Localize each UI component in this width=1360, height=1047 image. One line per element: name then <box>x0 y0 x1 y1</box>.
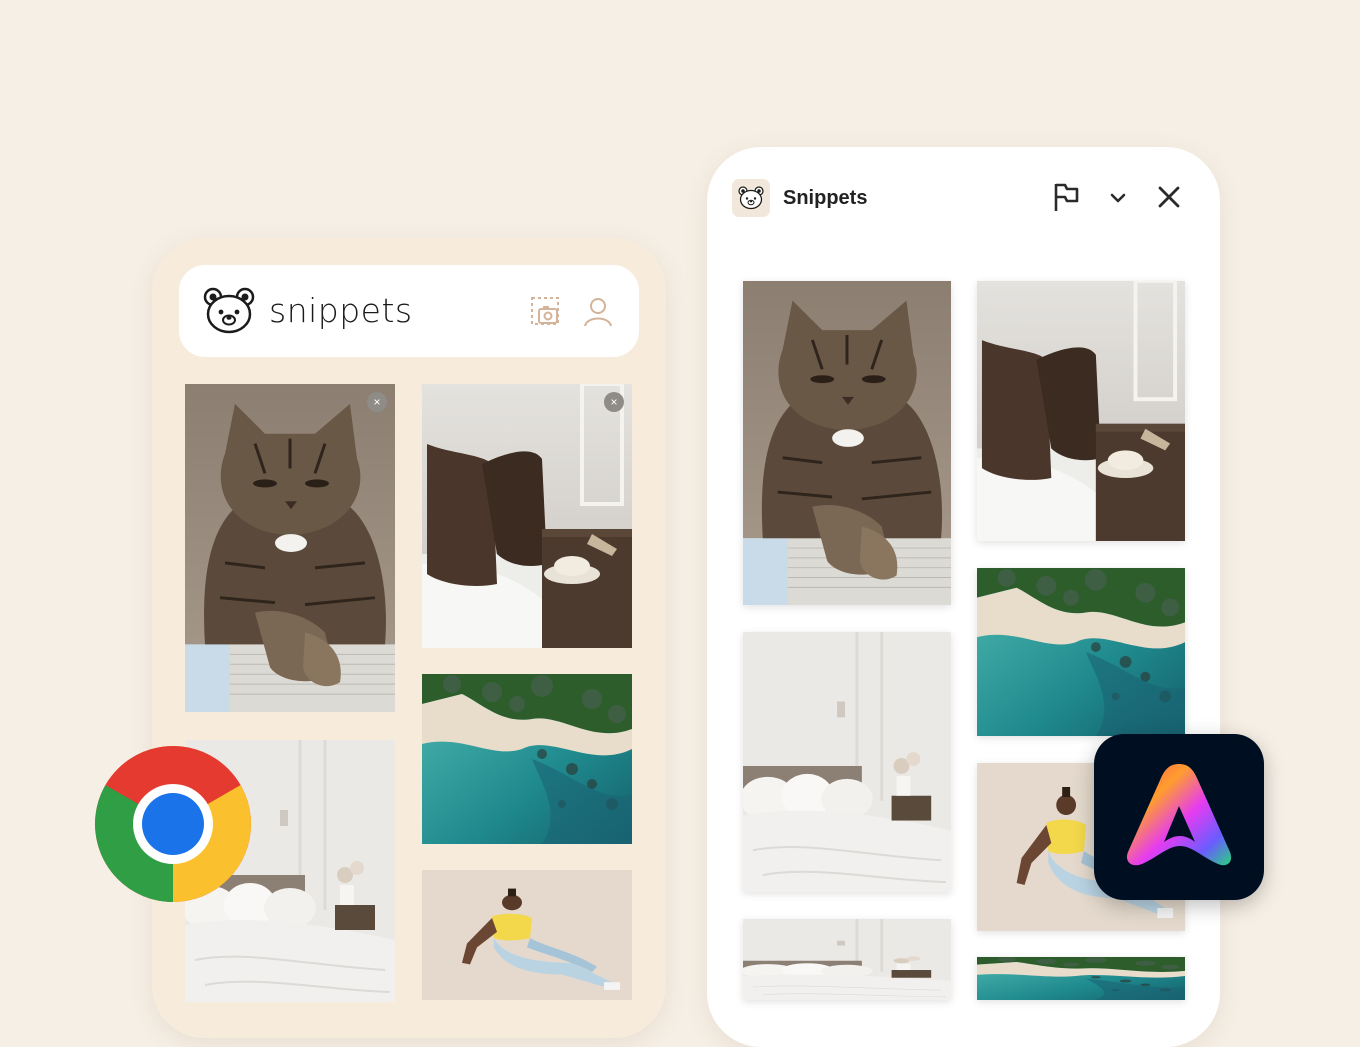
adobe-express-logo-icon <box>1126 764 1232 866</box>
cat-image <box>185 384 395 712</box>
brand-name: snippets <box>269 291 413 330</box>
bear-logo-icon <box>203 287 255 335</box>
bedroom-image <box>422 384 632 648</box>
cat-image <box>743 281 951 605</box>
snippet-card[interactable] <box>743 919 951 1000</box>
chevron-down-icon[interactable] <box>1101 180 1135 214</box>
panel-logo <box>732 179 770 217</box>
snippet-card[interactable] <box>422 674 632 844</box>
chrome-logo-icon <box>95 746 251 902</box>
adobe-express-app-tile <box>1094 734 1264 900</box>
coast-image <box>977 957 1185 1000</box>
snippet-card[interactable]: × <box>422 384 632 648</box>
snippet-card[interactable] <box>977 281 1185 541</box>
remove-snippet-button[interactable]: × <box>604 392 624 412</box>
snippet-card[interactable] <box>743 281 951 605</box>
snippet-card[interactable] <box>743 632 951 892</box>
screenshot-capture-icon[interactable] <box>529 295 563 329</box>
white-bedroom-image <box>743 632 951 892</box>
woman-sand-image <box>422 870 632 1000</box>
side-panel: Snippets <box>707 147 1220 1047</box>
snippet-card[interactable] <box>977 957 1185 1000</box>
bear-logo-icon <box>738 186 764 210</box>
flag-icon[interactable] <box>1049 180 1083 214</box>
snippet-card[interactable]: × <box>185 384 395 712</box>
extension-popup: snippets × × <box>152 238 666 1038</box>
popup-header: snippets <box>179 265 639 357</box>
snippet-card[interactable] <box>422 870 632 1000</box>
remove-snippet-button[interactable]: × <box>367 392 387 412</box>
snippet-card[interactable] <box>977 568 1185 736</box>
white-bedroom-image <box>743 919 951 1000</box>
panel-title: Snippets <box>783 187 868 209</box>
bedroom-image <box>977 281 1185 541</box>
coast-image <box>422 674 632 844</box>
coast-image <box>977 568 1185 736</box>
user-profile-icon[interactable] <box>581 295 615 329</box>
close-icon[interactable] <box>1152 180 1186 214</box>
